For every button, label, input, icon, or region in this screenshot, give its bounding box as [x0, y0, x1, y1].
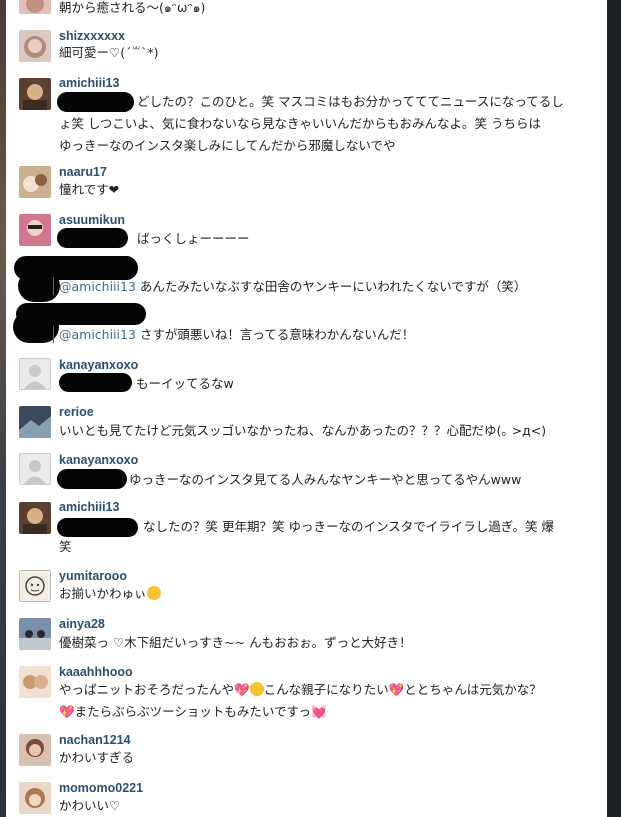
comment-text: 憧れです❤ [59, 182, 120, 197]
comment-text-line: 💖またらぶらぶツーショットもみたいですっ💓 [59, 700, 599, 723]
scrollbar-track[interactable] [607, 0, 621, 817]
default-avatar-icon[interactable] [19, 358, 51, 390]
comment-text: かわいい♡ [59, 798, 121, 813]
comment-text-body: さすが頭悪いね！言ってる意味わかんないんだ！ [139, 327, 415, 342]
redacted-username [59, 373, 132, 392]
user-avatar-icon[interactable] [19, 502, 51, 534]
redacted-username [57, 92, 134, 112]
user-avatar-icon[interactable] [19, 406, 51, 438]
user-avatar-icon[interactable] [19, 618, 51, 650]
comment-username[interactable]: kanayanxoxo [59, 452, 138, 468]
comment-text-line: ょ笑 しつこいよ、気に食わないなら見なきゃいいんだからもおみんなよ。笑 うちらは [59, 116, 541, 131]
comment-text-body: やっぱニットおそろだったんや [59, 682, 235, 697]
comment-text-line: ゆっきーなのインスタ楽しみにしてんだから邪魔しないでや [59, 138, 396, 153]
user-avatar-icon[interactable] [19, 30, 51, 62]
comments-panel: 朝から癒される〜(๑ᵔωᵔ๑) shizxxxxxx 細可愛ー♡(´꒳`*) a… [6, 0, 607, 817]
comment-text: ばっくしょーーーー [137, 231, 250, 246]
mention-link[interactable]: @amichiii13 [59, 279, 136, 294]
comment-text: ゆっきーなのインスタ見てる人みんなヤンキーやと思ってるやんwww [129, 472, 522, 487]
comment-username[interactable]: kanayanxoxo [59, 357, 138, 373]
redacted-username [57, 228, 128, 248]
comment-username[interactable]: rerioe [59, 404, 94, 420]
comment-text-body: ととちゃんは元気かな？ [404, 682, 542, 697]
user-avatar-icon[interactable] [19, 214, 51, 246]
redacted-username [57, 469, 127, 489]
default-avatar-icon[interactable] [19, 453, 51, 485]
comment-text: かわいすぎる [59, 750, 135, 765]
comment-marker [53, 277, 54, 295]
comment-text-line: どしたの？このひと。笑 マスコミはもお分かってててニュースになってるし [137, 94, 564, 109]
pink-heart-icon: 💓 [310, 704, 327, 719]
comment-text-body: こんな親子になりたい [263, 682, 389, 697]
user-avatar-icon[interactable] [19, 782, 51, 814]
user-avatar-icon[interactable] [19, 0, 51, 14]
comment-text: 優樹菜っ ♡木下組だいっすき~~ んもおおぉ。ずっと大好き！ [59, 635, 412, 650]
user-avatar-icon[interactable] [19, 734, 51, 766]
mention-link[interactable]: @amichiii13 [59, 327, 136, 342]
comment-text-line: 笑 [59, 539, 72, 554]
comment-text-body: またらぶらぶツーショットもみたいですっ [74, 704, 311, 719]
comment-text: お揃いかわゅぃ [59, 582, 599, 605]
comment-text: 朝から癒される〜(๑ᵔωᵔ๑) [59, 0, 206, 15]
comment-username[interactable]: ainya28 [59, 616, 105, 632]
user-avatar-icon[interactable] [19, 666, 51, 698]
comment-username[interactable]: asuumikun [59, 212, 125, 228]
comment-marker [53, 326, 54, 343]
comment-username[interactable]: amichiii13 [59, 499, 119, 515]
comment-text-line: やっぱニットおそろだったんや💖 こんな親子になりたい💖ととちゃんは元気かな？ [59, 678, 599, 701]
comment-text: もーイッてるなw [136, 376, 234, 391]
comment-text: いいとも見てたけど元気スッゴいなかったね、なんかあったの？？？心配だゆ(｡ >д… [59, 423, 547, 438]
user-avatar-icon[interactable] [19, 570, 51, 602]
comment-text: @amichiii13 あんたみたいなぶすな田舎のヤンキーにいわれたくないですが… [59, 275, 599, 298]
comment-text: 細可愛ー♡(´꒳`*) [59, 45, 159, 60]
user-avatar-icon[interactable] [19, 166, 51, 198]
comment-text-body: お揃いかわゅぃ [59, 586, 147, 601]
pink-heart-icon: 💖 [388, 682, 405, 697]
pink-heart-icon: 💖 [234, 682, 250, 697]
comment-text-body: あんたみたいなぶすな田舎のヤンキーにいわれたくないですが（笑） [139, 279, 527, 294]
pink-heart-icon: 💖 [59, 704, 75, 719]
user-avatar-icon[interactable] [19, 78, 51, 110]
smile-icon [249, 682, 264, 696]
smile-icon [146, 586, 161, 600]
comment-text: @amichiii13 さすが頭悪いね！言ってる意味わかんないんだ！ [59, 323, 599, 346]
comment-username[interactable]: amichiii13 [59, 75, 119, 91]
